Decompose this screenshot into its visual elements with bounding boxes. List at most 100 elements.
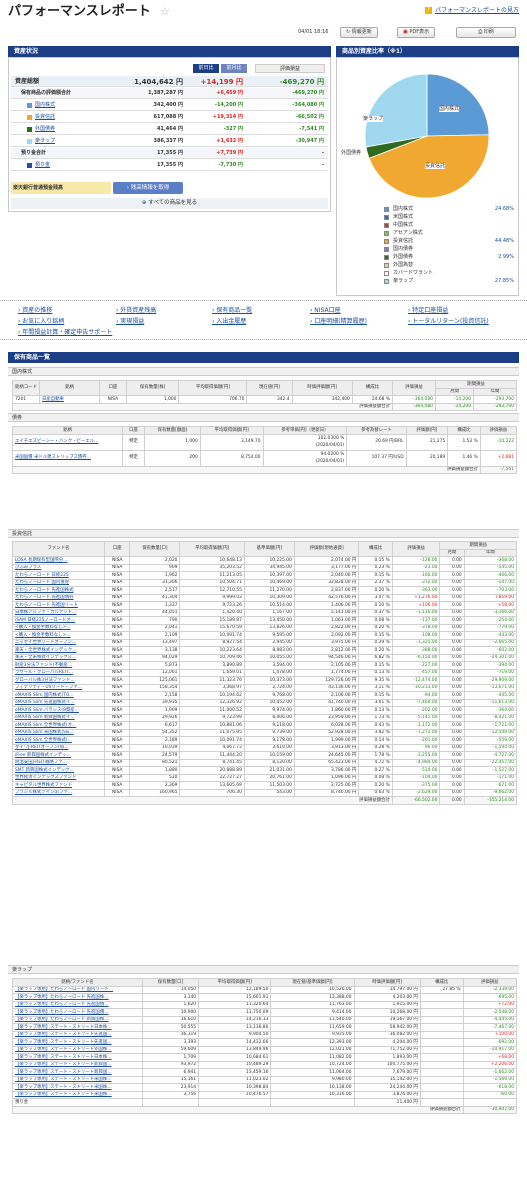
quick-link[interactable]: › 年間損益計算・確定申告サポート [18,329,112,336]
quick-link[interactable]: › 保有商品一覧 [212,307,252,314]
table-cell[interactable]: 【楽ラップ専用】たわらノーロード 国内リート… [12,985,143,994]
quick-link[interactable]: › トータルリターン(投資信託) [408,318,489,325]
table-cell[interactable]: ラサール・グローバルREIT… [12,668,105,677]
table-cell: 342,400 [291,395,353,404]
table-cell[interactable]: <購入・換金手数料なし>… [12,623,105,632]
table-cell[interactable]: たわらノーロード 国内債券 [12,578,105,587]
table-cell[interactable]: たわらノーロード 日経225 [12,571,105,580]
table-cell[interactable]: ダイワJ-REITオープン(毎… [12,743,105,752]
table-cell[interactable]: 【楽ラップ専用】たわらノーロード 先進国債… [12,1000,143,1009]
legend-swatch [384,239,389,244]
table-cell[interactable]: 【楽ラップ専用】ステート・ストリート日本株… [12,1053,143,1062]
quick-link[interactable]: › 資産の推移 [18,307,52,314]
bond-name[interactable]: 米国国債 米ドル建ストリップス債券… [12,449,123,467]
table-cell[interactable]: グローバル株3分法ファンド… [12,676,105,685]
table-cell[interactable]: 【楽ラップ専用】ステート・ストリート新興国… [12,1068,143,1077]
table-cell[interactable]: 楽天・全世界株式インデック… [12,646,105,655]
bond-name[interactable]: エイチエスビーシー・バンク・ピーエル… [12,433,123,451]
table-cell: 特定 [121,449,146,467]
table-cell[interactable]: たわらノーロード 先進国債券 [12,593,105,602]
table-cell: 0.15 % [358,571,393,580]
table-cell[interactable]: 明治安田J-REIT戦略ファ… [12,758,105,767]
tab-prev-day[interactable]: 前日比 [193,64,219,73]
table-cell: 1,893.00 円 [353,1053,421,1062]
table-cell[interactable]: eMAXIS Slim 国内株式(TO… [12,691,105,700]
table-cell[interactable]: フィデリティ・USリート・ファ… [12,683,105,692]
table-cell: 11,323.76 [179,676,245,685]
table-row: エイチエスビーシー・バンク・ピーエル… 特定 1,000 3,149.70 102.03… [12,433,518,451]
table-cell[interactable]: eMAXIS Slim 新興国株式イ… [12,713,105,722]
table-cell[interactable]: キャピタル世界株式ファンド [12,781,105,790]
legend-percent: 27.85% [494,278,514,284]
quick-link[interactable]: › 入出金履歴 [212,318,246,325]
table-cell[interactable]: eMAXIS Slim 全世界株式(… [12,736,105,745]
table-cell[interactable]: LOSA 長期保有型国際分… [12,556,105,565]
print-button[interactable]: ⎙ 印刷 [456,27,516,38]
quick-link[interactable]: › 実現損益 [116,318,144,325]
table-cell[interactable]: たわらノーロード 先進国株式 [12,586,105,595]
help-link[interactable]: ? パフォーマンスレポートの見方 [425,7,519,14]
total-label: 評価損益額合計 [12,465,481,474]
table-cell[interactable]: ひふみプラス [12,563,105,572]
pdf-button[interactable]: ▣ PDF表示 [397,27,436,38]
table-cell[interactable]: 【楽ラップ専用】ステート・ストリート先進国… [12,1038,143,1047]
table-cell[interactable]: 【楽ラップ専用】ステート・ストリート新興国… [12,1060,143,1069]
table-cell[interactable]: 【楽ラップ専用】ステート・ストリート米国株… [12,1083,143,1092]
color-swatch [27,139,32,144]
quick-link[interactable]: › お気に入り銘柄 [18,318,64,325]
table-cell[interactable]: 財産3分法ファンド(不動産… [12,661,105,670]
table-cell: 41,740.00 円 [293,698,360,707]
table-cell[interactable]: 【楽ラップ専用】ステート・ストリート米国株… [12,1090,143,1099]
table-cell: -10,222 [479,433,518,451]
table-cell: 2,041 [129,623,181,632]
bond-col-header: 参考為替レート [346,426,407,435]
table-cell: -60.00 [462,1090,518,1099]
table-cell[interactable]: たわらノーロード 先進国リート [12,601,105,610]
table-cell[interactable]: 【楽ラップ専用】たわらノーロード 先進国株… [12,993,143,1002]
table-cell: -7,272.00 [391,728,441,737]
table-cell[interactable]: ブラジル株式ツインα(ファ… [12,788,105,797]
table-row: 【楽ラップ専用】ステート・ストリート日本株… 1,709 10,684.61 11,0… [12,1053,518,1062]
table-cell[interactable]: 楽天・全米株式インデックス… [12,653,105,662]
table-cell: 1,420.40 [179,608,245,617]
table-cell[interactable]: 世界経済インデックスファンド [12,773,105,782]
table-cell[interactable]: 日本株アルファ・カルテット… [12,608,105,617]
tab-prev-month[interactable]: 前月比 [221,64,247,73]
table-cell: -12,549.00 [463,728,518,737]
table-cell[interactable]: 【楽ラップ専用】たわらノーロード 新興国株… [12,1015,143,1024]
asset-row-eval: -469,270 円 [292,90,324,96]
table-cell[interactable]: eMAXIS Slim 先進国株式イ… [12,698,105,707]
table-cell [419,1075,464,1084]
table-cell[interactable]: iSAM 日経225ノーロードオ… [12,616,105,625]
quick-link[interactable]: › 口座明細(精算履歴) [310,318,367,325]
get-balance-button[interactable]: › 残高情報を取得 [113,182,183,194]
total-row: 評価損益額合計 -7,541 [12,465,518,474]
table-cell[interactable]: <購入・換金手数料なし>… [12,631,105,640]
table-cell[interactable]: eMAXIS Slim 全世界株式(オ… [12,721,105,730]
refresh-button[interactable]: ↻ 情報更新 [340,27,378,38]
asset-row-value: 617,088 円 [153,114,183,120]
table-row: 預り金 11,400 円 [12,1098,518,1107]
quick-link[interactable]: › 特定口座損益 [408,307,448,314]
table-cell[interactable]: eMAXIS Slim 米国株式(S&… [12,728,105,737]
table-cell[interactable]: 【楽ラップ専用】ステート・ストリート先進国… [12,1030,143,1039]
table-cell: 10,684.61 [198,1053,272,1062]
table-cell[interactable]: 【楽ラップ専用】たわらノーロード 先進国債… [12,1008,143,1017]
table-cell[interactable]: iFree 新興国株式インデッ… [12,751,105,760]
table-cell[interactable]: SMT 新興国株式インデック… [12,766,105,775]
table-cell: 3,913.00 円 [293,743,360,752]
table-cell[interactable]: 【楽ラップ専用】ステート・ストリート外国株… [12,1045,143,1054]
table-cell[interactable]: 【楽ラップ専用】ステート・ストリート米国株… [12,1075,143,1084]
table-cell: 0.13 % [358,706,393,715]
quick-link[interactable]: › 外貨資産残高 [116,307,156,314]
asset-row-label: 預り金 [35,162,51,168]
table-cell[interactable]: 日産自動車 [38,395,100,404]
table-cell: 2,837.00 円 [293,586,360,595]
table-cell[interactable]: eMAXIS Slim バランス(8資産… [12,706,105,715]
quick-link[interactable]: › NISA口座 [310,307,341,314]
table-cell[interactable]: ニッセイ世界リートオープン… [12,638,105,647]
see-all-products-button[interactable]: ⊕ すべての商品を見る [11,198,328,209]
table-cell: 0.00 [439,578,465,587]
favorite-star-icon[interactable]: ☆ [160,5,170,18]
table-cell[interactable]: 【楽ラップ専用】ステート・ストリート日本株… [12,1023,143,1032]
